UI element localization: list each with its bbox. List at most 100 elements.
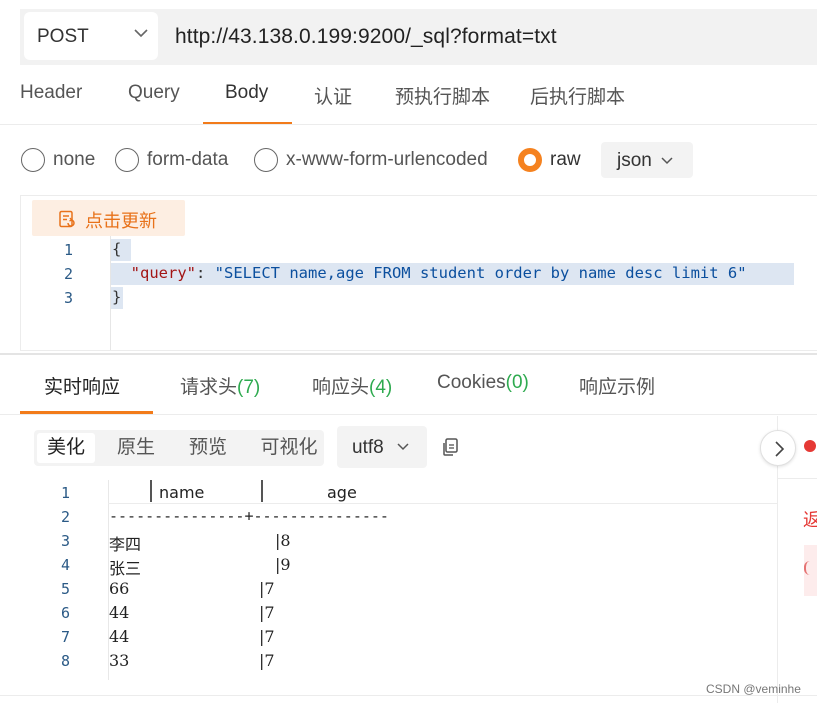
- cell-age: |7: [259, 603, 275, 622]
- radio-circle-selected: [518, 148, 542, 172]
- divider: [0, 695, 817, 696]
- tab-request-headers[interactable]: 请求头(7): [180, 372, 260, 399]
- radio-form-data-label: form-data: [147, 149, 229, 170]
- view-pretty-button[interactable]: 美化: [37, 433, 95, 463]
- chevron-down-icon: [661, 157, 673, 165]
- divider: [0, 124, 817, 125]
- radio-raw[interactable]: raw: [518, 140, 581, 180]
- refresh-document-icon: [59, 210, 75, 228]
- chevron-down-icon: [134, 29, 148, 38]
- line-number: 4: [60, 556, 70, 574]
- cell-name: 44: [109, 627, 130, 646]
- radio-none[interactable]: none: [21, 140, 95, 180]
- method-select[interactable]: POST: [24, 12, 158, 60]
- line-number: 3: [63, 289, 73, 307]
- cell-age: |7: [259, 627, 275, 646]
- cell-name: 44: [109, 603, 130, 622]
- view-raw-button[interactable]: 原生: [107, 430, 165, 466]
- json-value: "SELECT name,age FROM student order by n…: [214, 264, 747, 282]
- tab-response-headers[interactable]: 响应头(4): [312, 372, 392, 399]
- url-input[interactable]: http://43.138.0.199:9200/_sql?format=txt: [175, 25, 557, 49]
- code-line-1: {: [112, 240, 122, 258]
- line-number: 2: [60, 508, 70, 526]
- view-visualize-button[interactable]: 可视化: [254, 430, 324, 466]
- radio-urlencoded[interactable]: x-www-form-urlencoded: [254, 140, 488, 180]
- cell-age: |8: [275, 531, 291, 550]
- tab-query[interactable]: Query: [128, 82, 180, 104]
- count-badge: (4): [369, 377, 393, 398]
- line-number: 1: [60, 484, 70, 502]
- code-line-3: }: [112, 288, 122, 306]
- expand-panel-button[interactable]: [760, 430, 796, 466]
- watermark: CSDN @veminhe: [706, 682, 801, 696]
- tab-response-example[interactable]: 响应示例: [579, 372, 655, 399]
- cell-age: |7: [259, 651, 275, 670]
- error-mark: [804, 561, 810, 575]
- radio-none-label: none: [53, 149, 96, 170]
- radio-circle: [254, 148, 278, 172]
- panel-divider[interactable]: [0, 353, 817, 355]
- side-panel-label: 返: [803, 510, 817, 530]
- line-number: 2: [63, 265, 73, 283]
- tab-label: 响应头: [312, 377, 370, 398]
- method-label: POST: [37, 26, 89, 47]
- radio-urlencoded-label: x-www-form-urlencoded: [286, 149, 488, 170]
- copy-icon[interactable]: [440, 437, 460, 457]
- column-header-age: age: [327, 483, 357, 502]
- body-editor[interactable]: 点击更新 1 2 3 { "query": "SELECT name,age F…: [20, 195, 817, 351]
- view-preview-button[interactable]: 预览: [179, 430, 237, 466]
- divider: [0, 414, 817, 415]
- code-line-2: "query": "SELECT name,age FROM student o…: [112, 264, 747, 282]
- radio-form-data[interactable]: form-data: [115, 140, 228, 180]
- view-mode-switch: 美化 原生 预览 可视化: [34, 430, 324, 466]
- response-tabs: 实时响应 请求头(7) 响应头(4) Cookies(0) 响应示例: [0, 356, 817, 416]
- body-type-selector: none form-data x-www-form-urlencoded raw…: [0, 140, 817, 182]
- tab-live-response[interactable]: 实时响应: [44, 372, 120, 399]
- cell-age: |7: [259, 579, 275, 598]
- tab-label: Cookies: [437, 372, 506, 393]
- request-tabs: Header Query Body 认证 预执行脚本 后执行脚本: [0, 76, 817, 126]
- radio-raw-label: raw: [550, 149, 581, 170]
- line-number: 8: [60, 652, 70, 670]
- table-header-row: [108, 480, 777, 504]
- status-dot: [804, 440, 816, 452]
- cell-name: 李四: [109, 535, 142, 554]
- column-separator: [261, 480, 263, 502]
- radio-circle: [115, 148, 139, 172]
- column-header-name: name: [159, 483, 205, 502]
- refresh-button[interactable]: 点击更新: [32, 200, 185, 236]
- line-number: 5: [60, 580, 70, 598]
- url-bar: POST http://43.138.0.199:9200/_sql?forma…: [20, 9, 817, 65]
- chevron-right-icon: [775, 441, 785, 457]
- json-key: "query": [130, 264, 196, 282]
- encoding-select[interactable]: utf8: [337, 426, 427, 468]
- chevron-down-icon: [397, 443, 409, 451]
- divider: [778, 478, 817, 479]
- cell-age: |9: [275, 555, 291, 574]
- encoding-label: utf8: [352, 437, 384, 458]
- cell-name: 33: [109, 651, 130, 670]
- refresh-label: 点击更新: [85, 211, 157, 231]
- json-colon: :: [196, 264, 215, 282]
- count-badge: (0): [505, 372, 529, 393]
- tab-pre-script[interactable]: 预执行脚本: [395, 82, 490, 109]
- tab-post-script[interactable]: 后执行脚本: [530, 82, 625, 109]
- count-badge: (7): [237, 377, 261, 398]
- line-number: 6: [60, 604, 70, 622]
- error-indicator: [804, 545, 817, 596]
- tab-auth[interactable]: 认证: [314, 82, 352, 109]
- tab-header[interactable]: Header: [20, 82, 82, 104]
- table-separator: ---------------+---------------: [109, 507, 389, 525]
- tab-label: 请求头: [180, 377, 238, 398]
- line-number: 3: [60, 532, 70, 550]
- tab-cookies[interactable]: Cookies(0): [437, 372, 529, 394]
- cell-name: 66: [109, 579, 130, 598]
- format-label: json: [617, 150, 652, 171]
- line-number: 1: [63, 241, 73, 259]
- column-separator: [150, 480, 152, 502]
- tab-body[interactable]: Body: [225, 82, 268, 104]
- line-number: 7: [60, 628, 70, 646]
- format-select[interactable]: json: [601, 142, 693, 178]
- cell-name: 张三: [109, 559, 142, 578]
- radio-circle: [21, 148, 45, 172]
